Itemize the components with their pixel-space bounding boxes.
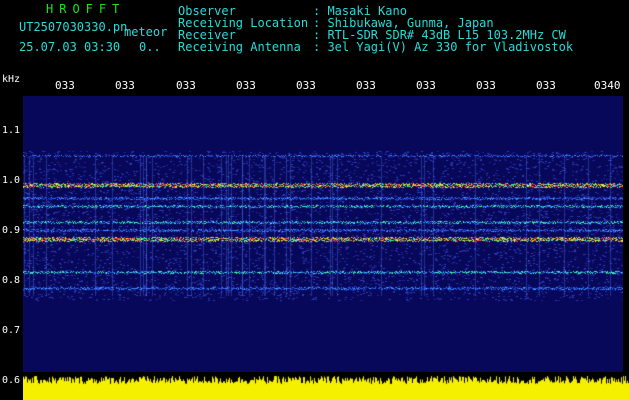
- antenna-value: : 3el Yagi(V) Az 330 for Vladivostok: [313, 40, 574, 54]
- meteor-label: meteor: [124, 25, 168, 39]
- datetime-label: 25.07.03 03:30: [19, 40, 121, 54]
- axis-unit-label: kHz: [2, 74, 21, 85]
- info-labels: Observer Receiving Location Receiver Rec…: [178, 5, 308, 53]
- app-title: HROFFT: [46, 2, 126, 16]
- x-tick: 0340: [594, 79, 621, 92]
- x-tick: 033: [536, 79, 556, 92]
- amplitude-strip: [23, 372, 629, 400]
- x-tick: 033: [176, 79, 196, 92]
- filename-label: UT2507030330.pn: [19, 20, 128, 34]
- y-tick: 1.0: [2, 175, 21, 186]
- y-tick: 0.7: [2, 325, 21, 336]
- y-tick: 0.6: [2, 375, 21, 386]
- meteor-count: 0..: [139, 40, 161, 54]
- x-tick: 033: [115, 79, 135, 92]
- y-tick: 1.1: [2, 125, 21, 136]
- x-tick: 033: [236, 79, 256, 92]
- x-tick: 033: [296, 79, 316, 92]
- y-tick: 0.9: [2, 225, 21, 236]
- y-tick: 0.8: [2, 275, 21, 286]
- info-values: : Masaki Kano : Shibukawa, Gunma, Japan …: [313, 5, 573, 53]
- x-tick: 033: [55, 79, 75, 92]
- x-tick: 033: [356, 79, 376, 92]
- spectrogram-plot: [23, 96, 623, 372]
- antenna-label: Receiving Antenna: [178, 40, 301, 54]
- x-tick: 033: [416, 79, 436, 92]
- x-tick: 033: [476, 79, 496, 92]
